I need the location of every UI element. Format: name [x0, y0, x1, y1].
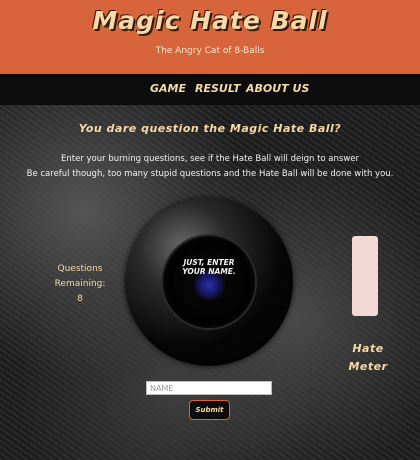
questions-remaining-label: Questions — [57, 264, 103, 274]
site-header: Magic Hate Ball The Angry Cat of 8-Balls — [0, 0, 420, 74]
questions-remaining-label-2: Remaining: — [54, 279, 106, 289]
page-heading: You dare question the Magic Hate Ball? — [78, 122, 342, 135]
hate-meter-label-2: Meter — [348, 360, 388, 373]
main-nav: GAME RESULT ABOUT US — [0, 74, 420, 105]
submit-button[interactable]: Submit — [189, 400, 230, 420]
site-title: Magic Hate Ball — [92, 6, 328, 35]
magic-hate-ball[interactable]: JUST, ENTER YOUR NAME. — [125, 198, 293, 366]
site-subtitle: The Angry Cat of 8-Balls — [155, 46, 265, 56]
questions-remaining-count: 8 — [77, 294, 83, 304]
hate-meter-bar — [352, 236, 378, 316]
ball-message-line-2: YOUR NAME. — [182, 267, 236, 276]
ball-message-line-1: JUST, ENTER — [183, 258, 235, 267]
name-input[interactable] — [146, 381, 272, 395]
questions-remaining: Questions Remaining: 8 — [50, 262, 110, 307]
ball-answer-window: JUST, ENTER YOUR NAME. — [163, 236, 255, 328]
intro-line-2: Be careful though, too many stupid quest… — [26, 169, 394, 179]
intro-line-1: Enter your burning questions, see if the… — [60, 154, 360, 164]
nav-item-about-us[interactable]: ABOUT US — [246, 82, 309, 95]
hate-meter-label: Hate Meter — [340, 340, 396, 376]
nav-item-game[interactable]: GAME — [150, 82, 186, 95]
ball-message: JUST, ENTER YOUR NAME. — [163, 258, 255, 276]
hate-meter-label-1: Hate — [352, 342, 384, 355]
nav-item-result[interactable]: RESULT — [195, 82, 241, 95]
